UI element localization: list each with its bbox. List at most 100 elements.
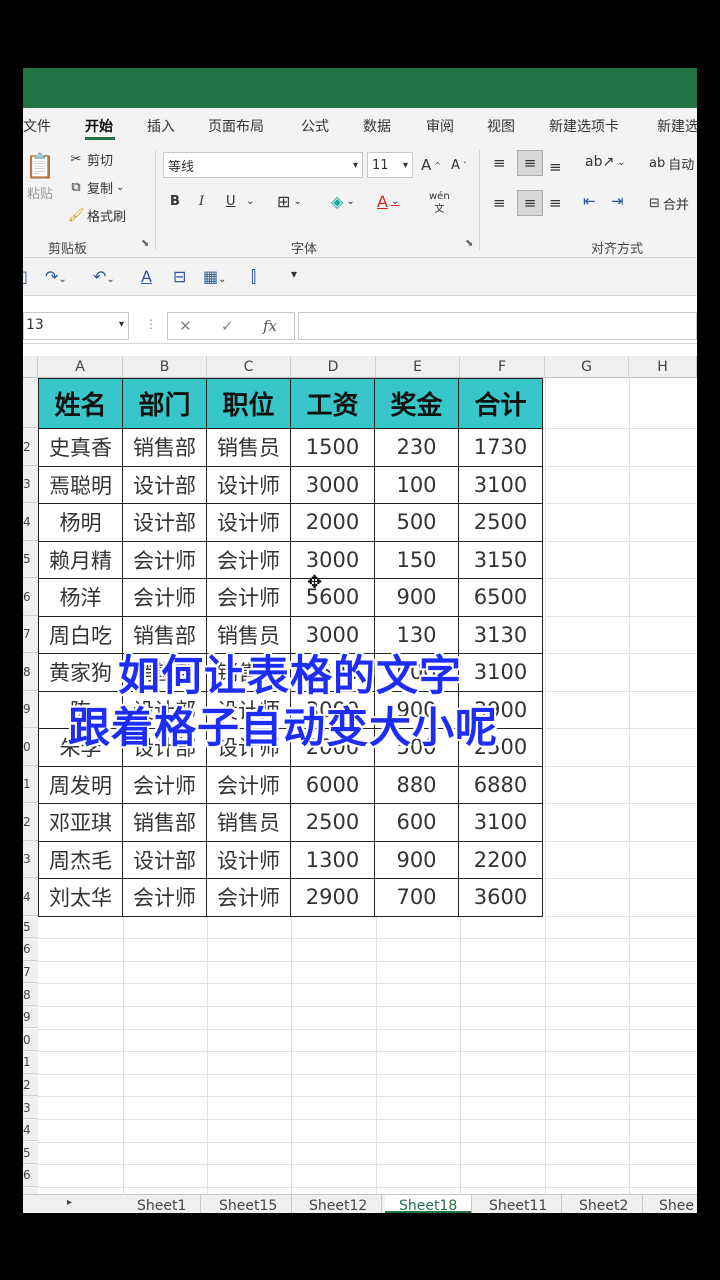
row-header[interactable]: 9 [23,1005,38,1029]
table-cell[interactable]: 600 [374,803,459,842]
tab-insert[interactable]: 插入 [147,116,175,136]
table-cell[interactable]: 2900 [290,878,375,917]
table-cell[interactable]: 900 [374,578,459,617]
table-cell[interactable]: 会计师 [122,540,207,579]
insert-function-icon[interactable]: fx [263,317,277,335]
table-cell[interactable]: 赖月精 [38,540,123,579]
row-header[interactable]: 3 [23,465,38,503]
font-name-select[interactable]: 等线 ▾ [163,152,363,178]
table-cell[interactable]: 设计师 [206,503,291,542]
bold-button[interactable]: B [170,194,180,209]
table-cell[interactable]: 史真香 [38,428,123,467]
table-cell[interactable]: 2500 [290,803,375,842]
table-cell[interactable]: 2200 [458,840,543,879]
table-cell[interactable]: 设计师 [206,465,291,504]
redo-icon[interactable]: ↷⌄ [45,267,67,286]
column-header-e[interactable]: E [376,356,460,378]
decrease-indent-button[interactable]: ⇤ [583,192,596,210]
row-header[interactable]: 3 [23,1096,38,1119]
table-cell[interactable]: 2500 [458,503,543,542]
row-header[interactable]: 1 [23,1051,38,1074]
table-cell[interactable]: 销售部 [122,428,207,467]
orientation-button[interactable]: ab↗ ⌄ [585,154,626,170]
table-cell[interactable]: 邓亚琪 [38,803,123,842]
row-header[interactable]: 6 [23,578,38,616]
table-cell[interactable]: 会计师 [206,540,291,579]
table-cell[interactable]: 会计师 [122,578,207,617]
table-cell[interactable]: 700 [374,878,459,917]
name-box[interactable]: 13 ▾ [23,312,129,340]
table-cell[interactable]: 3600 [458,878,543,917]
tab-home[interactable]: 开始 [85,116,113,136]
table-cell[interactable]: 3000 [290,465,375,504]
align-bottom-button[interactable]: ≡ [549,158,562,176]
row-header[interactable]: 5 [23,1141,38,1165]
select-all-corner[interactable] [23,356,38,378]
table-cell[interactable]: 1500 [290,428,375,467]
table-cell[interactable]: 周白吃 [38,615,123,654]
table-cell[interactable]: 900 [374,840,459,879]
table-cell[interactable]: 230 [374,428,459,467]
dialog-launcher-icon[interactable]: ⬊ [465,238,473,249]
row-header[interactable]: 5 [23,915,38,939]
table-cell[interactable]: 杨洋 [38,578,123,617]
row-header[interactable]: 1 [23,765,38,803]
table-cell[interactable]: 3130 [458,615,543,654]
sheet-tab[interactable]: Sheet2 [565,1195,644,1213]
customize-toolbar-icon[interactable]: ▾ [291,267,297,281]
border-icon[interactable]: ⊟ [173,267,186,286]
header-cell[interactable]: 工资 [290,378,375,429]
row-header[interactable]: 0 [23,1028,38,1052]
column-header-a[interactable]: A [38,356,123,378]
table-cell[interactable]: 设计部 [122,465,207,504]
table-cell[interactable]: 6000 [290,765,375,804]
paste-button[interactable]: 📋 粘贴 [25,152,55,202]
table-cell[interactable]: 3000 [290,540,375,579]
tab-view[interactable]: 视图 [487,116,515,136]
row-header[interactable] [23,378,38,428]
tab-review[interactable]: 审阅 [426,116,454,136]
tab-formulas[interactable]: 公式 [301,116,329,136]
header-cell[interactable]: 奖金 [374,378,459,429]
row-header[interactable]: 2 [23,803,38,841]
row-header[interactable]: 4 [23,503,38,541]
scroll-right-icon[interactable]: ▸ [67,1197,72,1208]
table-cell[interactable]: 销售员 [206,803,291,842]
cancel-icon[interactable]: ✕ [179,317,192,335]
header-cell[interactable]: 职位 [206,378,291,429]
row-header[interactable]: 4 [23,1118,38,1142]
table-cell[interactable]: 杨明 [38,503,123,542]
underline-button[interactable]: U [226,194,236,209]
table-cell[interactable]: 设计部 [122,840,207,879]
row-header[interactable]: 9 [23,690,38,728]
table-cell[interactable]: 1300 [290,840,375,879]
table-cell[interactable]: 1730 [458,428,543,467]
tab-page-layout[interactable]: 页面布局 [208,116,264,136]
column-header-d[interactable]: D [291,356,376,378]
table-cell[interactable]: 3100 [458,465,543,504]
row-header[interactable]: 8 [23,653,38,691]
row-header[interactable]: 6 [23,1164,38,1187]
distribute-icon[interactable]: ⫿ [251,267,256,287]
table-cell[interactable]: 周杰毛 [38,840,123,879]
cut-button[interactable]: ✂ 剪切 [68,150,113,169]
sheet-tab[interactable]: Sheet11 [475,1195,563,1213]
header-cell[interactable]: 姓名 [38,378,123,429]
table-cell[interactable]: 会计师 [122,765,207,804]
row-header[interactable]: 2 [23,428,38,466]
tab-new-1[interactable]: 新建选项卡 [549,116,619,136]
table-cell[interactable]: 设计师 [206,840,291,879]
align-left-button[interactable]: ≡ [493,194,506,212]
increase-indent-button[interactable]: ⇥ [611,192,624,210]
row-header[interactable]: 8 [23,983,38,1006]
table-cell[interactable]: 150 [374,540,459,579]
column-header-g[interactable]: G [545,356,629,378]
font-size-select[interactable]: 11 ▾ [367,152,413,178]
table-cell[interactable]: 3150 [458,540,543,579]
formula-input[interactable] [298,312,697,340]
save-icon[interactable]: ▯ [23,267,28,286]
sheet-tab[interactable]: Sheet1 [123,1195,202,1213]
align-center-button[interactable]: ≡ [517,190,543,216]
table-cell[interactable]: 880 [374,765,459,804]
row-header[interactable]: 6 [23,938,38,961]
